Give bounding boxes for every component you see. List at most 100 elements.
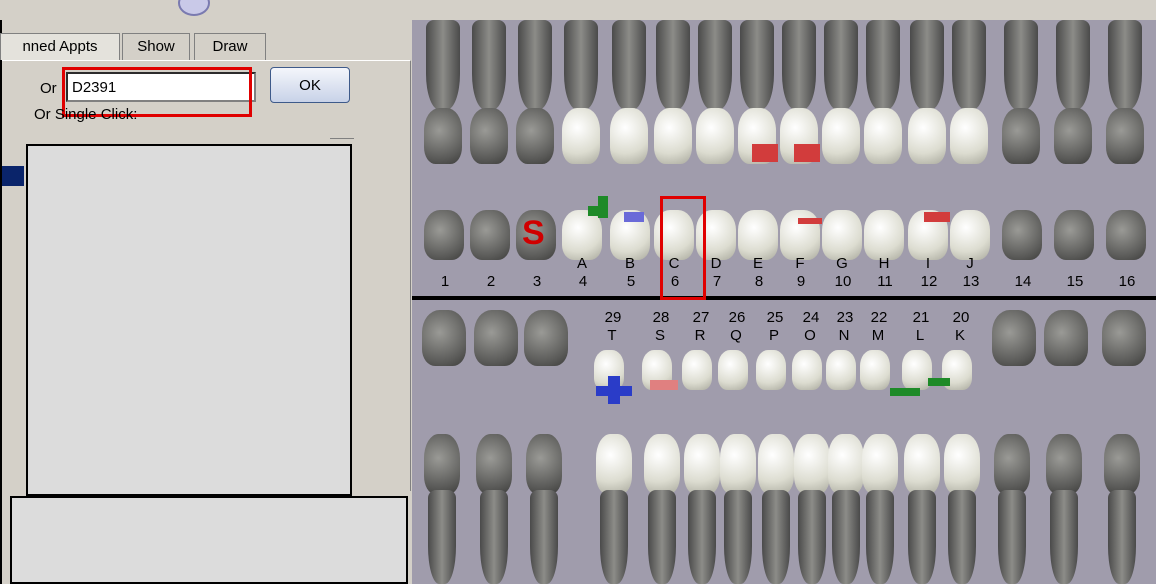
tooth-root <box>530 490 558 584</box>
tooth-crown[interactable] <box>756 350 786 390</box>
tooth-crown[interactable] <box>1106 210 1146 260</box>
permanent-crown[interactable] <box>1002 108 1040 164</box>
tooth-crown[interactable] <box>718 350 748 390</box>
tooth-letter: T <box>607 327 617 344</box>
permanent-crown[interactable] <box>684 434 720 494</box>
tooth-letter: D <box>710 255 722 272</box>
tooth-root <box>866 490 894 584</box>
permanent-crown[interactable] <box>644 434 680 494</box>
permanent-crown[interactable] <box>696 108 734 164</box>
permanent-crown[interactable] <box>562 108 600 164</box>
filling-red <box>794 144 820 162</box>
tab-label: nned Appts <box>22 38 98 55</box>
tooth-number: 3 <box>532 273 542 290</box>
tooth-crown[interactable] <box>792 350 822 390</box>
tooth-number: 20 <box>952 309 970 326</box>
tooth-number: 21 <box>912 309 930 326</box>
permanent-crown[interactable] <box>828 434 864 494</box>
filling-red <box>924 212 950 222</box>
tooth-crown[interactable] <box>860 350 890 390</box>
procedure-button-list[interactable] <box>26 144 352 496</box>
tooth-crown[interactable] <box>470 210 510 260</box>
permanent-crown[interactable] <box>864 108 902 164</box>
tooth-number: 22 <box>870 309 888 326</box>
tooth-chart[interactable]: 123A4B5C6D7E8F9G10H11I12J13141516S323130… <box>412 20 1156 584</box>
tooth-number: 7 <box>712 273 722 290</box>
sealant-mark: S <box>522 214 545 252</box>
permanent-crown[interactable] <box>596 434 632 494</box>
tooth-crown[interactable] <box>474 310 518 366</box>
tooth-crown[interactable] <box>422 310 466 366</box>
quick-buttons-panel[interactable] <box>10 496 408 584</box>
permanent-crown[interactable] <box>610 108 648 164</box>
permanent-crown[interactable] <box>476 434 512 494</box>
tooth-letter: L <box>915 327 925 344</box>
tooth-root <box>948 490 976 584</box>
tooth-crown[interactable] <box>424 210 464 260</box>
permanent-crown[interactable] <box>1104 434 1140 494</box>
tooth-letter: F <box>795 255 805 272</box>
permanent-crown[interactable] <box>944 434 980 494</box>
tooth-number: 4 <box>578 273 588 290</box>
permanent-crown[interactable] <box>794 434 830 494</box>
tooth-crown[interactable] <box>822 210 862 260</box>
tooth-letter: I <box>925 255 931 272</box>
tooth-letter: G <box>836 255 848 272</box>
permanent-crown[interactable] <box>654 108 692 164</box>
tooth-crown[interactable] <box>992 310 1036 366</box>
tooth-crown[interactable] <box>864 210 904 260</box>
tooth-number: 10 <box>834 273 852 290</box>
tooth-crown[interactable] <box>682 350 712 390</box>
tooth-root <box>428 490 456 584</box>
tooth-root <box>600 490 628 584</box>
permanent-crown[interactable] <box>424 434 460 494</box>
permanent-crown[interactable] <box>1106 108 1144 164</box>
ok-button[interactable]: OK <box>270 67 350 103</box>
tab-label: Show <box>137 38 175 55</box>
tooth-root <box>782 20 816 110</box>
permanent-crown[interactable] <box>1046 434 1082 494</box>
tooth-root <box>952 20 986 110</box>
tab-planned-appts[interactable]: nned Appts <box>0 33 120 60</box>
tooth-crown[interactable] <box>1002 210 1042 260</box>
tooth-number: 26 <box>728 309 746 326</box>
tooth-crown[interactable] <box>562 210 602 260</box>
tooth-crown[interactable] <box>738 210 778 260</box>
permanent-crown[interactable] <box>822 108 860 164</box>
tooth-crown[interactable] <box>826 350 856 390</box>
tooth-root <box>1108 490 1136 584</box>
permanent-crown[interactable] <box>862 434 898 494</box>
tooth-root <box>866 20 900 110</box>
tooth-crown[interactable] <box>524 310 568 366</box>
tooth-root <box>1056 20 1090 110</box>
permanent-crown[interactable] <box>526 434 562 494</box>
tooth-number: 15 <box>1066 273 1084 290</box>
tooth-number: 27 <box>692 309 710 326</box>
permanent-crown[interactable] <box>424 108 462 164</box>
permanent-crown[interactable] <box>994 434 1030 494</box>
arch-divider-line <box>412 296 1156 300</box>
filling-green <box>598 196 608 218</box>
tooth-root <box>798 490 826 584</box>
permanent-crown[interactable] <box>516 108 554 164</box>
tooth-root <box>472 20 506 110</box>
permanent-crown[interactable] <box>1054 108 1092 164</box>
permanent-crown[interactable] <box>908 108 946 164</box>
tooth-crown[interactable] <box>950 210 990 260</box>
tooth-letter: K <box>954 327 965 344</box>
permanent-crown[interactable] <box>950 108 988 164</box>
tab-show[interactable]: Show <box>122 33 190 60</box>
tooth-number: 23 <box>836 309 854 326</box>
tooth-crown[interactable] <box>1044 310 1088 366</box>
tooth-root <box>832 490 860 584</box>
tooth-letter: B <box>624 255 635 272</box>
permanent-crown[interactable] <box>470 108 508 164</box>
permanent-crown[interactable] <box>758 434 794 494</box>
tab-draw[interactable]: Draw <box>194 33 266 60</box>
tooth-root <box>656 20 690 110</box>
tooth-root <box>824 20 858 110</box>
tooth-crown[interactable] <box>1102 310 1146 366</box>
permanent-crown[interactable] <box>720 434 756 494</box>
permanent-crown[interactable] <box>904 434 940 494</box>
tooth-crown[interactable] <box>1054 210 1094 260</box>
